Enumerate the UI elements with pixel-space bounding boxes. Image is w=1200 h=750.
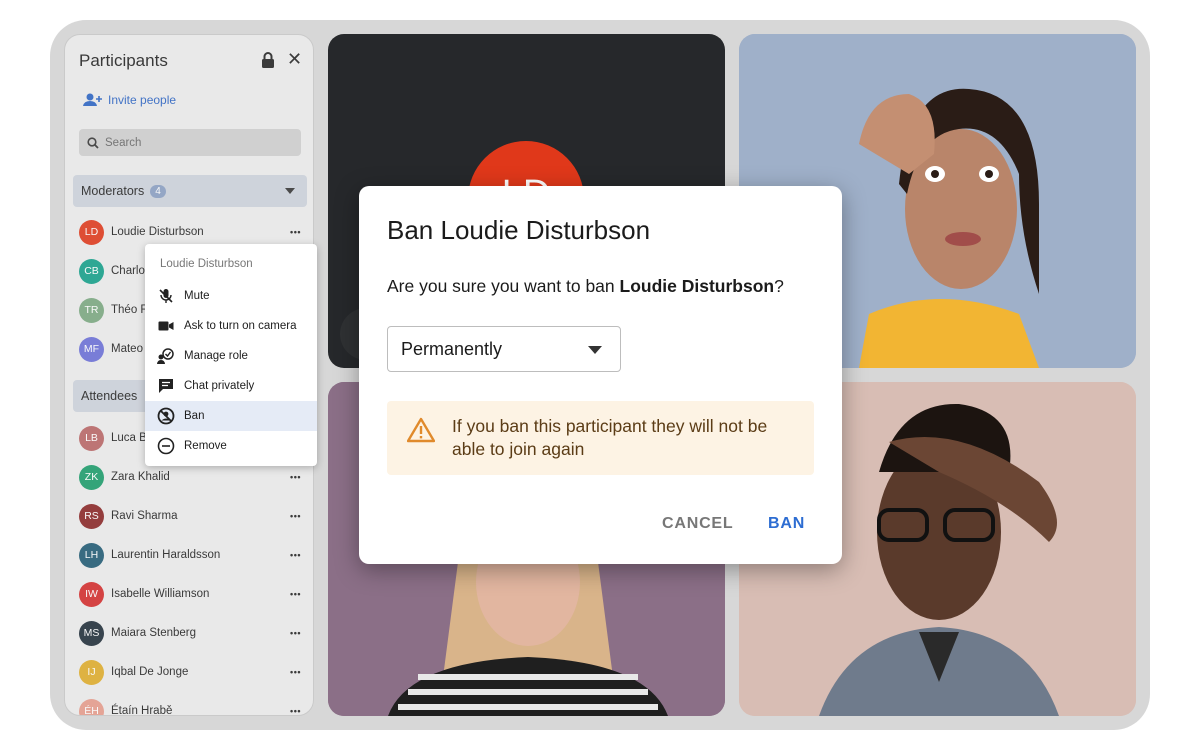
panel-title: Participants: [79, 51, 168, 70]
dialog-title: Ban Loudie Disturbson: [387, 215, 651, 245]
chevron-down-icon: [588, 346, 602, 354]
ban-dialog: Ban Loudie Disturbson Are you sure you w…: [359, 186, 842, 564]
more-options-icon[interactable]: •••: [290, 706, 301, 715]
menu-item-label: Ask to turn on camera: [184, 320, 297, 332]
warning-banner: If you ban this participant they will no…: [387, 401, 814, 475]
avatar: IJ: [79, 659, 104, 685]
avatar: TR: [79, 297, 104, 323]
participant-row[interactable]: LH Laurentin Haraldsson •••: [79, 542, 305, 568]
participant-row[interactable]: IJ Iqbal De Jonge •••: [79, 659, 305, 685]
menu-item-label: Chat privately: [184, 380, 255, 392]
cancel-button[interactable]: CANCEL: [662, 515, 733, 533]
manage-role-icon: [157, 347, 175, 365]
participant-name: Mateo: [111, 343, 143, 355]
ban-icon: [157, 407, 175, 425]
participant-name: Charlot: [111, 265, 149, 277]
participant-row[interactable]: IW Isabelle Williamson •••: [79, 581, 305, 607]
ban-button[interactable]: BAN: [768, 515, 805, 533]
menu-item-label: Ban: [184, 410, 205, 422]
more-options-icon[interactable]: •••: [290, 511, 301, 521]
participant-name: Iqbal De Jonge: [111, 666, 189, 678]
avatar: MS: [79, 620, 104, 646]
moderators-label: Moderators: [81, 184, 145, 198]
remove-icon: [157, 437, 175, 455]
invite-people-link[interactable]: Invite people: [83, 93, 176, 107]
menu-item-manage-role[interactable]: Manage role: [145, 341, 317, 371]
participant-row[interactable]: LD Loudie Disturbson •••: [79, 219, 305, 245]
more-options-icon[interactable]: •••: [290, 472, 301, 482]
avatar: ÉH: [79, 698, 104, 715]
lock-icon[interactable]: [261, 52, 275, 68]
ban-duration-select[interactable]: Permanently: [387, 326, 621, 372]
question-suffix: ?: [774, 276, 784, 296]
chevron-down-icon: [285, 188, 295, 194]
participant-name: Luca B: [111, 432, 147, 444]
participant-row[interactable]: ÉH Étaín Hrabě •••: [79, 698, 305, 716]
avatar: ZK: [79, 464, 104, 490]
menu-item-ban[interactable]: Ban: [145, 401, 317, 431]
participant-name: Isabelle Williamson: [111, 588, 210, 600]
more-options-icon[interactable]: •••: [290, 667, 301, 677]
more-options-icon[interactable]: •••: [290, 628, 301, 638]
participant-name: Zara Khalid: [111, 471, 170, 483]
mic-off-icon: [157, 287, 175, 305]
menu-item-label: Remove: [184, 440, 227, 452]
avatar: LD: [79, 219, 104, 245]
moderators-count-badge: 4: [150, 184, 166, 198]
menu-item-mute[interactable]: Mute: [145, 281, 317, 311]
attendees-section-header[interactable]: Attendees: [73, 380, 153, 412]
participant-row[interactable]: ZK Zara Khalid •••: [79, 464, 305, 490]
invite-people-label: Invite people: [108, 93, 177, 107]
participant-name: Étaín Hrabě: [111, 705, 173, 716]
avatar: RS: [79, 503, 104, 529]
dialog-question: Are you sure you want to ban Loudie Dist…: [387, 276, 784, 297]
search-input[interactable]: Search: [79, 129, 301, 156]
more-options-icon[interactable]: •••: [290, 227, 301, 237]
question-prefix: Are you sure you want to ban: [387, 276, 620, 296]
menu-item-label: Mute: [184, 290, 210, 302]
add-person-icon: [83, 93, 102, 106]
chat-icon: [157, 377, 175, 395]
participant-name: Ravi Sharma: [111, 510, 178, 522]
moderators-section-header[interactable]: Moderators 4: [73, 175, 307, 207]
menu-item-chat-privately[interactable]: Chat privately: [145, 371, 317, 401]
video-camera-icon: [157, 317, 175, 335]
warning-text: If you ban this participant they will no…: [452, 416, 768, 459]
context-menu-header: Loudie Disturbson: [160, 258, 253, 270]
participant-name: Théo R: [111, 304, 149, 316]
participant-context-menu: Loudie Disturbson Mute Ask to turn on cam…: [145, 244, 317, 466]
participant-name: Maiara Stenberg: [111, 627, 197, 639]
menu-item-remove[interactable]: Remove: [145, 431, 317, 461]
warning-icon: [407, 417, 435, 443]
attendees-label: Attendees: [81, 389, 138, 403]
avatar: CB: [79, 258, 104, 284]
avatar: LB: [79, 425, 104, 451]
search-placeholder: Search: [105, 136, 142, 149]
ban-duration-value: Permanently: [401, 338, 503, 359]
participant-name: Loudie Disturbson: [111, 226, 204, 238]
search-icon: [87, 136, 99, 149]
avatar: MF: [79, 336, 104, 362]
more-options-icon[interactable]: •••: [290, 550, 301, 560]
avatar: IW: [79, 581, 104, 607]
participant-row[interactable]: MS Maiara Stenberg •••: [79, 620, 305, 646]
menu-item-ask-to-turn-on-camera[interactable]: Ask to turn on camera: [145, 311, 317, 341]
menu-item-label: Manage role: [184, 350, 248, 362]
question-name: Loudie Disturbson: [619, 276, 775, 296]
close-icon[interactable]: ✕: [287, 49, 302, 69]
participant-row[interactable]: RS Ravi Sharma •••: [79, 503, 305, 529]
avatar: LH: [79, 542, 104, 568]
more-options-icon[interactable]: •••: [290, 589, 301, 599]
participant-name: Laurentin Haraldsson: [111, 549, 221, 561]
